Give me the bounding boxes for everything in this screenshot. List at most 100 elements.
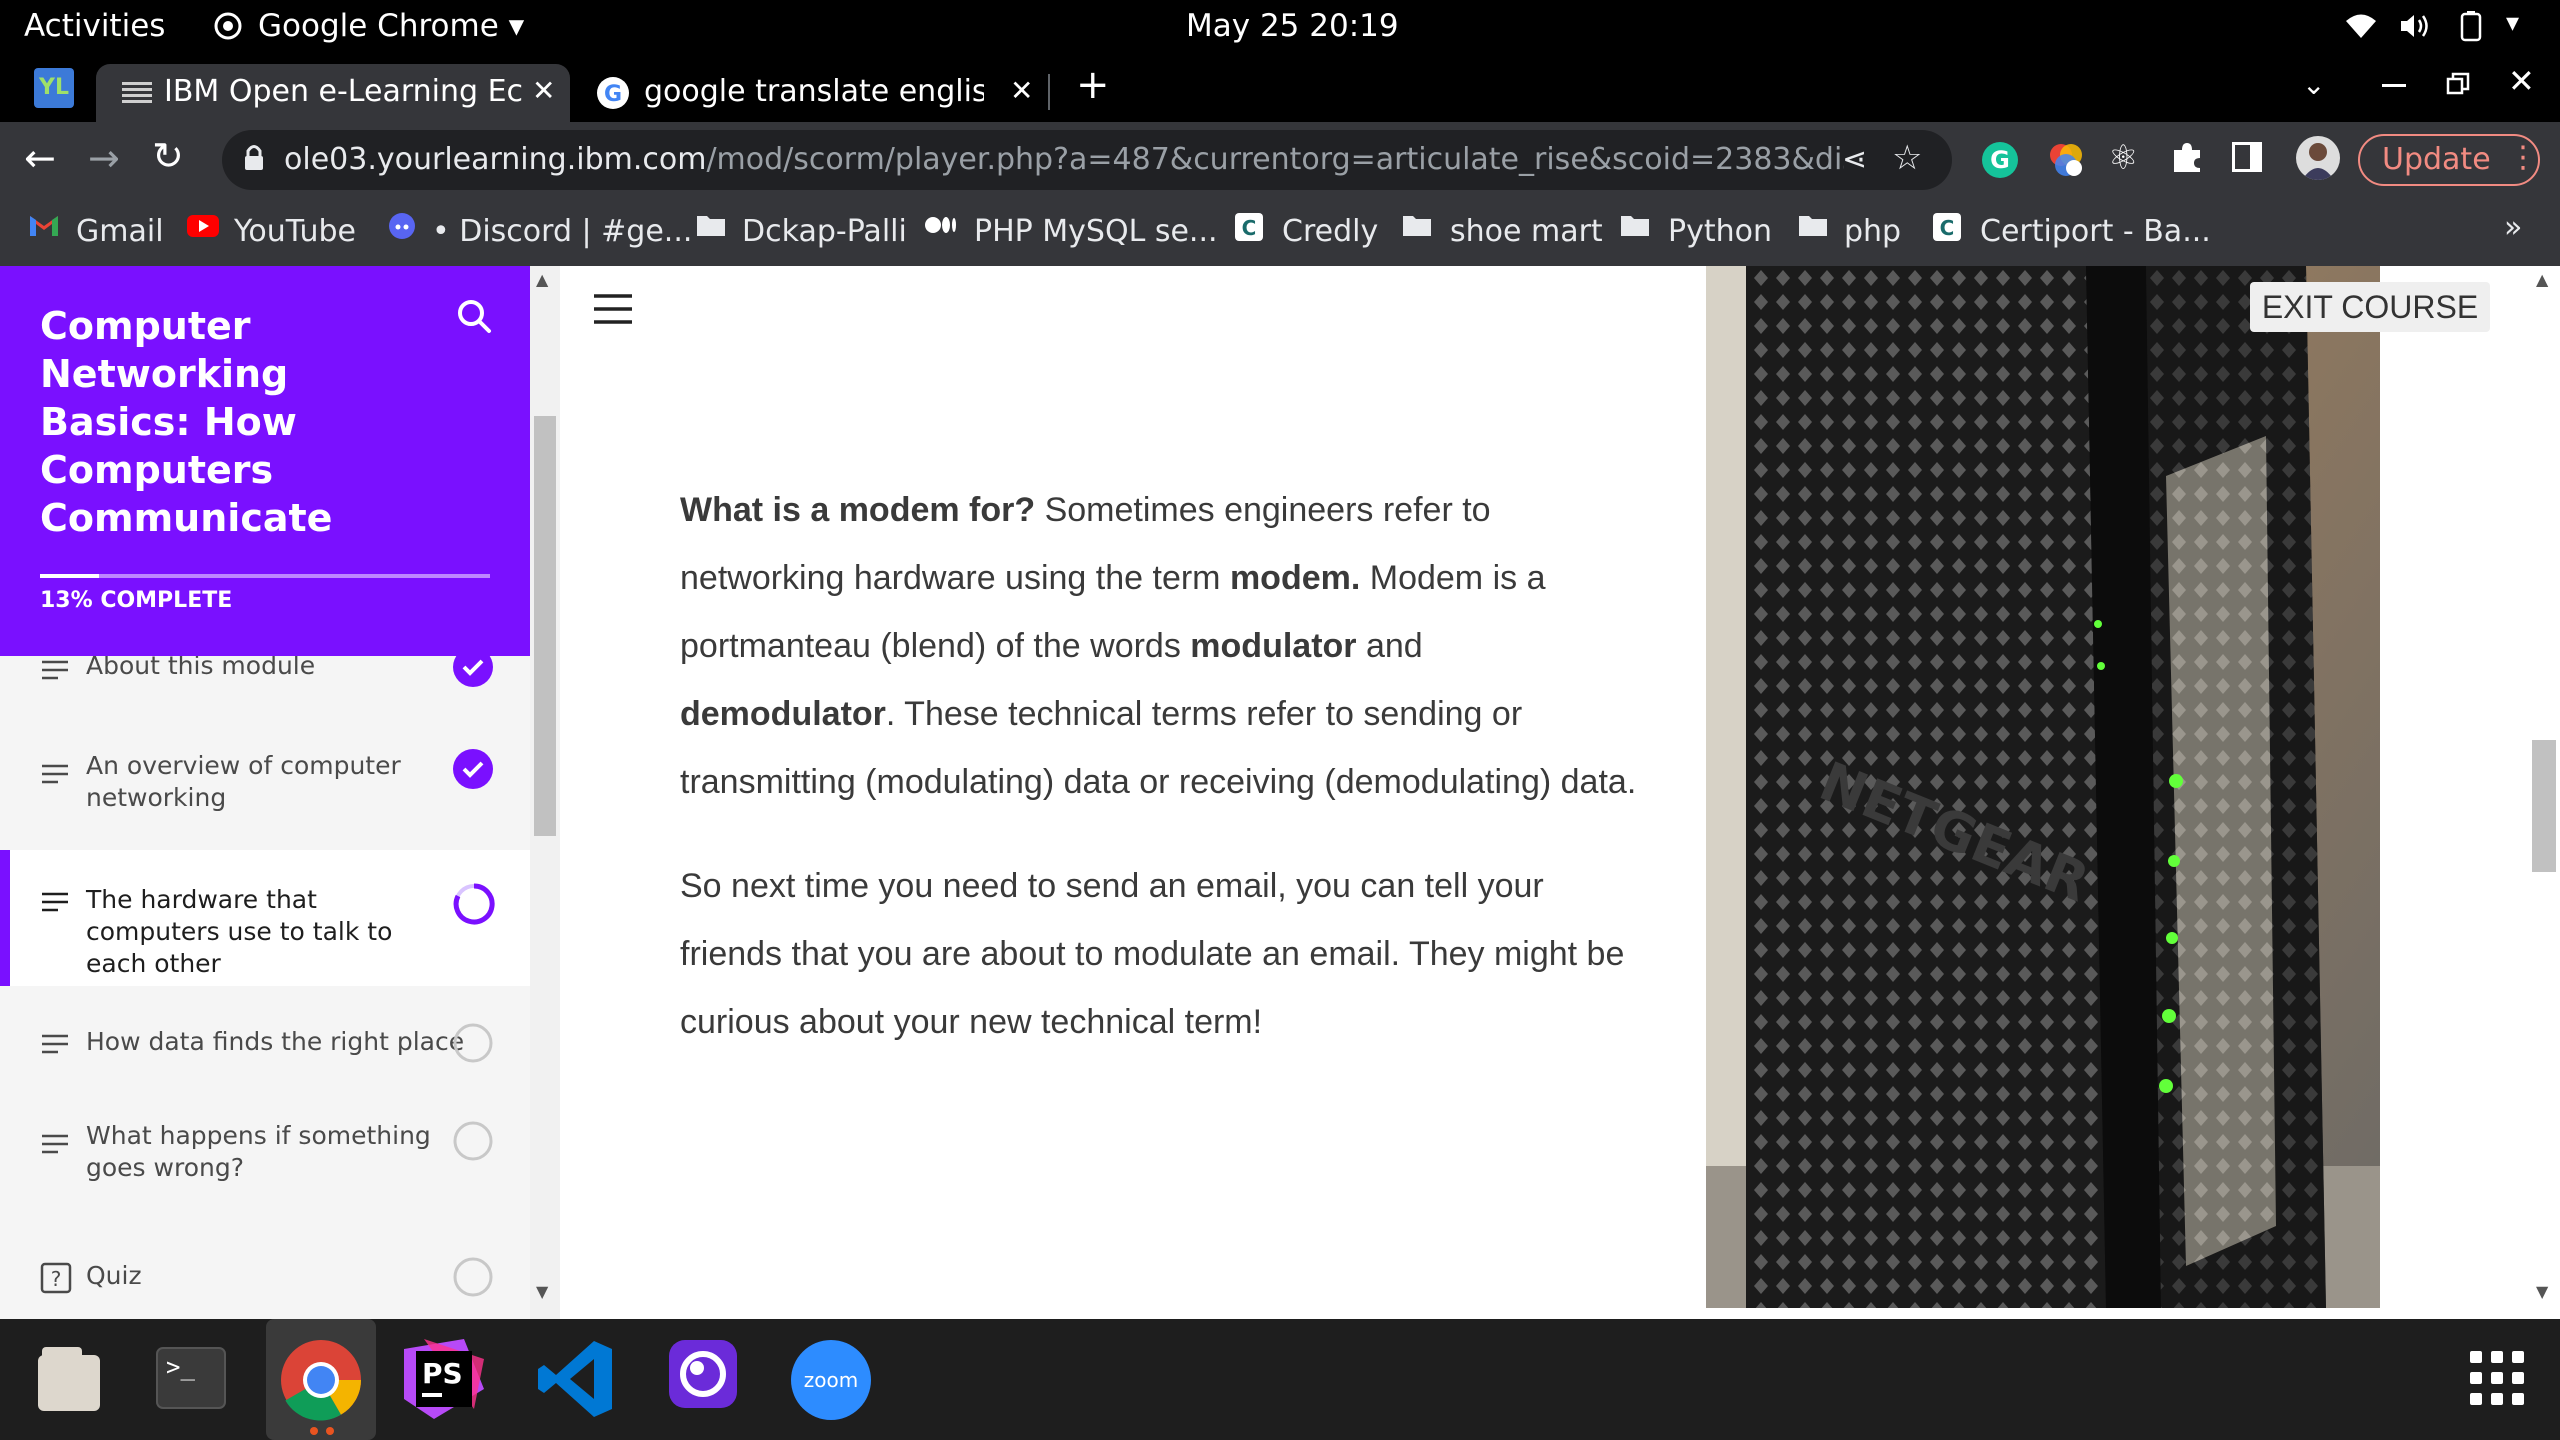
- chrome-icon[interactable]: [280, 1339, 362, 1421]
- progress-bar: [40, 574, 490, 578]
- system-menu-chevron-icon[interactable]: ▾: [2506, 8, 2519, 38]
- volume-icon[interactable]: [2398, 12, 2432, 40]
- app-menu[interactable]: Google Chrome ▾: [258, 8, 524, 44]
- grammarly-extension-icon[interactable]: G: [1982, 142, 2018, 178]
- empty-circle-icon: [452, 1120, 494, 1162]
- address-bar[interactable]: ole03.yourlearning.ibm.com/mod/scorm/pla…: [222, 130, 1952, 190]
- minimize-icon[interactable]: [2382, 84, 2406, 87]
- lock-icon[interactable]: [244, 144, 264, 172]
- modem-photo: NETGEAR: [1706, 266, 2380, 1308]
- running-indicator: [326, 1427, 334, 1435]
- yourlearning-pinned-tab-icon[interactable]: YL: [34, 68, 74, 108]
- folder-icon: [1798, 212, 1828, 238]
- main-scrollbar[interactable]: ▲ ▼: [2500, 266, 2560, 1319]
- svg-text:C: C: [1940, 216, 1955, 240]
- running-indicator: [310, 1427, 318, 1435]
- lesson-list-icon: [40, 890, 70, 914]
- back-arrow-icon[interactable]: ←: [24, 136, 56, 180]
- extensions-puzzle-icon[interactable]: [2170, 140, 2204, 174]
- terminal-icon[interactable]: >_: [156, 1347, 226, 1409]
- close-tab-icon[interactable]: ✕: [532, 74, 555, 107]
- lesson-data-finds-place[interactable]: How data finds the right place: [0, 1006, 530, 1086]
- folder-icon: [1402, 212, 1432, 238]
- share-icon[interactable]: ⋖: [1842, 142, 1867, 177]
- ubuntu-dock: >_ PS zoom: [0, 1319, 2560, 1440]
- restore-icon[interactable]: [2446, 72, 2470, 96]
- svg-text:PS: PS: [422, 1357, 463, 1390]
- term-demodulator: demodulator: [680, 695, 886, 733]
- tab-google-translate[interactable]: G google translate english t ✕: [586, 64, 1046, 122]
- hamburger-menu-icon[interactable]: [592, 292, 634, 326]
- lesson-article: What is a modem for? Sometimes engineers…: [680, 476, 1640, 1092]
- in-progress-circle-icon: [452, 882, 496, 926]
- show-applications-icon[interactable]: [2470, 1351, 2524, 1405]
- close-tab-icon[interactable]: ✕: [1010, 74, 1033, 107]
- lesson-quiz[interactable]: ? Quiz: [0, 1256, 530, 1316]
- empty-circle-icon: [452, 1022, 494, 1064]
- tab-strip: YL IBM Open e-Learning Eco ✕ G google tr…: [0, 54, 2560, 122]
- lesson-title: How data finds the right place: [86, 1027, 465, 1056]
- tab-ibm-open-elearning[interactable]: IBM Open e-Learning Eco ✕: [96, 64, 570, 122]
- progress-text: 13% COMPLETE: [40, 588, 233, 613]
- lesson-something-goes-wrong[interactable]: What happens if something goes wrong?: [0, 1106, 530, 1216]
- scroll-down-arrow-icon[interactable]: ▼: [536, 1282, 548, 1301]
- system-top-bar: Activities Google Chrome ▾ May 25 20:19 …: [0, 0, 2560, 54]
- folder-icon: [696, 212, 726, 238]
- empty-circle-icon: [452, 1256, 494, 1298]
- lesson-list-icon: [40, 762, 70, 786]
- lesson-overview-networking[interactable]: An overview of computer networking: [0, 736, 530, 846]
- profile-avatar[interactable]: [2296, 136, 2340, 180]
- clock[interactable]: May 25 20:19: [1186, 8, 1399, 44]
- credly-icon: C: [1234, 212, 1264, 242]
- close-window-icon[interactable]: ✕: [2508, 62, 2535, 100]
- tab-search-chevron-icon[interactable]: ⌄: [2302, 68, 2325, 101]
- forward-arrow-icon[interactable]: →: [88, 136, 120, 180]
- battery-icon[interactable]: [2460, 10, 2482, 42]
- phpstorm-icon[interactable]: PS: [404, 1339, 484, 1419]
- activities-button[interactable]: Activities: [24, 8, 165, 44]
- zoom-icon[interactable]: zoom: [790, 1339, 872, 1421]
- lesson-hardware-current[interactable]: The hardware that computers use to talk …: [0, 850, 530, 986]
- scroll-up-arrow-icon[interactable]: ▲: [536, 270, 548, 289]
- lesson-title: Quiz: [86, 1261, 142, 1290]
- reload-icon[interactable]: ↻: [152, 134, 184, 178]
- medium-icon: [924, 212, 958, 238]
- svg-text:C: C: [1242, 216, 1257, 240]
- main-scroll-thumb[interactable]: [2532, 740, 2556, 872]
- wifi-icon[interactable]: [2344, 12, 2378, 40]
- sidebar-scrollbar[interactable]: ▲ ▼: [530, 266, 560, 1319]
- sidebar-header: Computer Networking Basics: How Computer…: [0, 266, 530, 656]
- files-icon[interactable]: [36, 1345, 102, 1413]
- svg-text:?: ?: [51, 1267, 62, 1291]
- gmail-icon: [28, 212, 60, 238]
- url-text: ole03.yourlearning.ibm.com/mod/scorm/pla…: [284, 142, 1844, 177]
- google-favicon-icon: G: [596, 76, 630, 110]
- update-button[interactable]: Update ⋮: [2358, 134, 2540, 186]
- tab-title: IBM Open e-Learning Eco: [164, 74, 524, 109]
- search-icon[interactable]: [454, 296, 494, 336]
- bookmark-star-icon[interactable]: ☆: [1892, 138, 1922, 178]
- scroll-down-arrow-icon[interactable]: ▼: [2536, 1282, 2548, 1301]
- update-label: Update: [2382, 142, 2491, 177]
- url-path: /mod/scorm/player.php?a=487&currentorg=a…: [706, 142, 1844, 177]
- scroll-up-arrow-icon[interactable]: ▲: [2536, 270, 2548, 289]
- sidebar-scroll-thumb[interactable]: [534, 416, 556, 836]
- vscode-icon[interactable]: [536, 1339, 616, 1419]
- lesson-list-icon: [40, 1132, 70, 1156]
- term-modem: modem.: [1229, 559, 1361, 597]
- color-extension-icon[interactable]: [2046, 140, 2086, 180]
- app-circle-icon[interactable]: [668, 1339, 738, 1409]
- lesson-list-icon: [40, 658, 70, 682]
- new-tab-button[interactable]: +: [1076, 62, 1110, 108]
- exit-course-button[interactable]: EXIT COURSE: [2250, 282, 2490, 332]
- tab-divider: [1048, 74, 1050, 110]
- ibm-favicon-icon: [120, 78, 154, 108]
- more-bookmarks-icon[interactable]: »: [2504, 210, 2522, 245]
- credly-icon: C: [1932, 212, 1962, 242]
- react-devtools-icon[interactable]: ⚛: [2108, 138, 2138, 178]
- chrome-menu-icon: ⋮: [2508, 140, 2538, 175]
- check-circle-icon: [452, 748, 494, 790]
- side-panel-icon[interactable]: [2232, 142, 2262, 172]
- svg-text:G: G: [604, 82, 622, 107]
- discord-icon: [386, 212, 418, 240]
